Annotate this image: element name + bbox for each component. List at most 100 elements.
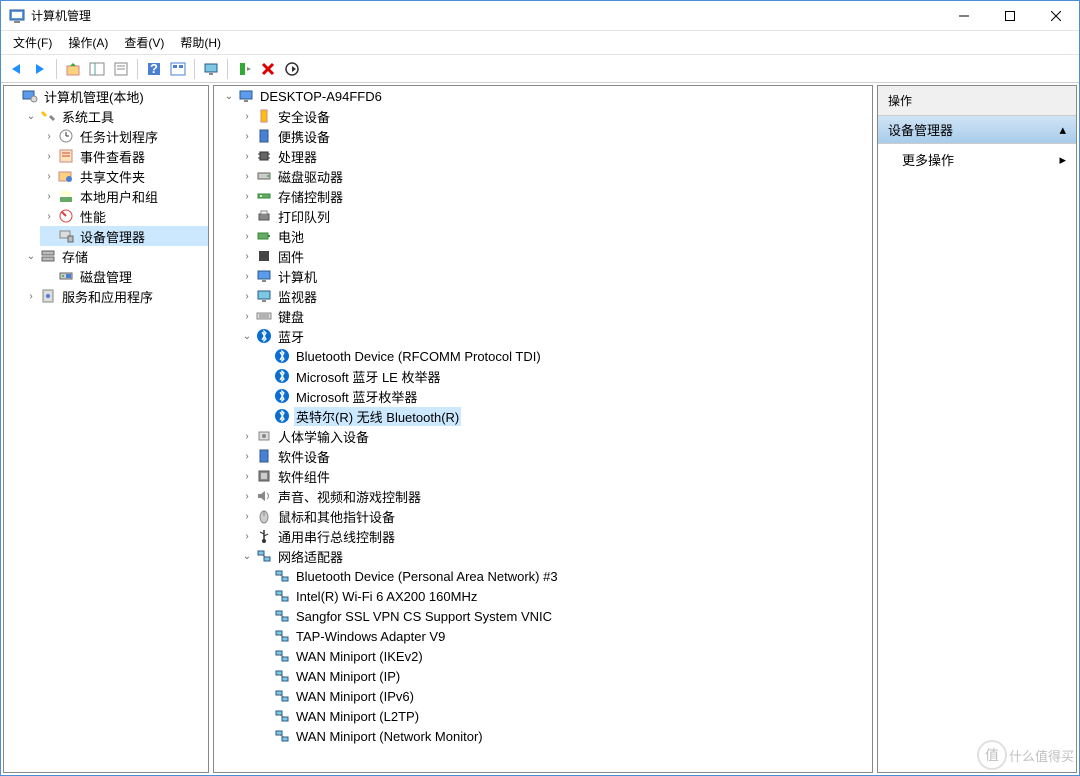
device-hid[interactable]: ›人体学输入设备 <box>238 426 872 446</box>
collapse-icon[interactable]: ⌄ <box>240 329 254 343</box>
device-tree-pane[interactable]: ⌄ DESKTOP-A94FFD6 ›安全设备 ›便携设备 ›处理器 ›磁盘驱动… <box>213 85 873 773</box>
network-adapter-icon <box>274 688 290 704</box>
expand-icon[interactable]: › <box>240 489 254 503</box>
collapse-icon[interactable]: ⌄ <box>24 249 38 263</box>
minimize-button[interactable] <box>941 1 987 31</box>
maximize-button[interactable] <box>987 1 1033 31</box>
expand-icon[interactable]: › <box>240 149 254 163</box>
tree-disk-management[interactable]: 磁盘管理 <box>40 266 208 286</box>
expand-icon[interactable]: › <box>240 289 254 303</box>
device-net-item[interactable]: WAN Miniport (Network Monitor) <box>256 726 872 746</box>
usb-icon <box>256 528 272 544</box>
device-usb[interactable]: ›通用串行总线控制器 <box>238 526 872 546</box>
tree-task-scheduler[interactable]: ›任务计划程序 <box>40 126 208 146</box>
device-sound[interactable]: ›声音、视频和游戏控制器 <box>238 486 872 506</box>
tree-shared-folders[interactable]: ›共享文件夹 <box>40 166 208 186</box>
tree-event-viewer[interactable]: ›事件查看器 <box>40 146 208 166</box>
back-button[interactable] <box>5 58 27 80</box>
expand-icon[interactable]: › <box>240 449 254 463</box>
menu-action[interactable]: 操作(A) <box>60 32 116 53</box>
expand-icon[interactable]: › <box>240 309 254 323</box>
forward-button[interactable] <box>29 58 51 80</box>
expand-icon[interactable]: › <box>240 169 254 183</box>
expand-icon[interactable]: › <box>240 429 254 443</box>
device-net-item[interactable]: WAN Miniport (L2TP) <box>256 706 872 726</box>
expand-icon[interactable]: › <box>42 129 56 143</box>
delete-button[interactable] <box>257 58 279 80</box>
tree-label: 磁盘管理 <box>78 267 134 286</box>
expand-icon[interactable]: › <box>42 209 56 223</box>
device-storage-ctrl[interactable]: ›存储控制器 <box>238 186 872 206</box>
device-disk-drives[interactable]: ›磁盘驱动器 <box>238 166 872 186</box>
device-bt-intel[interactable]: 英特尔(R) 无线 Bluetooth(R) <box>256 406 872 426</box>
expand-icon[interactable]: › <box>240 529 254 543</box>
expand-icon[interactable]: › <box>24 289 38 303</box>
device-net-item[interactable]: Sangfor SSL VPN CS Support System VNIC <box>256 606 872 626</box>
expand-icon[interactable]: › <box>42 149 56 163</box>
expand-icon[interactable]: › <box>42 169 56 183</box>
device-net-item[interactable]: TAP-Windows Adapter V9 <box>256 626 872 646</box>
actions-more[interactable]: 更多操作 ▸ <box>878 144 1076 175</box>
up-button[interactable] <box>62 58 84 80</box>
device-soft-comp[interactable]: ›软件组件 <box>238 466 872 486</box>
expand-icon[interactable]: › <box>240 469 254 483</box>
tree-root[interactable]: 计算机管理(本地) <box>4 86 208 106</box>
device-soft-dev[interactable]: ›软件设备 <box>238 446 872 466</box>
expand-icon[interactable]: › <box>240 229 254 243</box>
device-mouse[interactable]: ›鼠标和其他指针设备 <box>238 506 872 526</box>
device-network[interactable]: ⌄网络适配器 <box>238 546 872 566</box>
battery-icon <box>256 228 272 244</box>
menu-file[interactable]: 文件(F) <box>5 32 60 53</box>
device-monitors[interactable]: ›监视器 <box>238 286 872 306</box>
help-button[interactable]: ? <box>143 58 165 80</box>
device-portable[interactable]: ›便携设备 <box>238 126 872 146</box>
menu-view[interactable]: 查看(V) <box>116 32 172 53</box>
device-cpu[interactable]: ›处理器 <box>238 146 872 166</box>
device-bt-item[interactable]: Microsoft 蓝牙枚举器 <box>256 386 872 406</box>
device-battery[interactable]: ›电池 <box>238 226 872 246</box>
device-keyboards[interactable]: ›键盘 <box>238 306 872 326</box>
expand-icon[interactable]: › <box>240 109 254 123</box>
menu-help[interactable]: 帮助(H) <box>172 32 229 53</box>
device-print-queue[interactable]: › 打印队列 <box>238 206 872 226</box>
expand-icon[interactable]: › <box>240 509 254 523</box>
refresh-button[interactable] <box>281 58 303 80</box>
collapse-icon[interactable]: ⌄ <box>24 109 38 123</box>
separator <box>227 59 228 79</box>
device-net-item[interactable]: WAN Miniport (IKEv2) <box>256 646 872 666</box>
scan-button[interactable] <box>233 58 255 80</box>
device-bt-item[interactable]: Bluetooth Device (RFCOMM Protocol TDI) <box>256 346 872 366</box>
expand-icon[interactable]: › <box>240 129 254 143</box>
expand-icon[interactable]: › <box>42 189 56 203</box>
expand-icon[interactable]: › <box>240 209 254 223</box>
expand-icon[interactable]: › <box>240 249 254 263</box>
navigation-tree-pane[interactable]: 计算机管理(本地) ⌄ 系统工具 ›任务计划程序 ›事件查看器 ›共享文件夹 <box>3 85 209 773</box>
device-bt-item[interactable]: Microsoft 蓝牙 LE 枚举器 <box>256 366 872 386</box>
device-net-item[interactable]: WAN Miniport (IP) <box>256 666 872 686</box>
tree-system-tools[interactable]: ⌄ 系统工具 <box>22 106 208 126</box>
device-net-item[interactable]: Intel(R) Wi-Fi 6 AX200 160MHz <box>256 586 872 606</box>
device-net-item[interactable]: WAN Miniport (IPv6) <box>256 686 872 706</box>
collapse-icon[interactable]: ⌄ <box>240 549 254 563</box>
view-mode-button[interactable] <box>167 58 189 80</box>
device-security[interactable]: ›安全设备 <box>238 106 872 126</box>
tree-storage[interactable]: ⌄ 存储 <box>22 246 208 266</box>
device-firmware[interactable]: ›固件 <box>238 246 872 266</box>
actions-category[interactable]: 设备管理器 ▴ <box>878 116 1076 144</box>
tree-local-users[interactable]: ›本地用户和组 <box>40 186 208 206</box>
device-net-item[interactable]: Bluetooth Device (Personal Area Network)… <box>256 566 872 586</box>
properties-button[interactable] <box>110 58 132 80</box>
device-label: 打印队列 <box>276 207 332 226</box>
expand-icon[interactable]: › <box>240 269 254 283</box>
close-button[interactable] <box>1033 1 1079 31</box>
tree-device-manager[interactable]: 设备管理器 <box>40 226 208 246</box>
device-bluetooth[interactable]: ⌄蓝牙 <box>238 326 872 346</box>
tree-services[interactable]: ›服务和应用程序 <box>22 286 208 306</box>
expand-icon[interactable]: › <box>240 189 254 203</box>
tree-performance[interactable]: ›性能 <box>40 206 208 226</box>
device-computers[interactable]: ›计算机 <box>238 266 872 286</box>
monitor-button[interactable] <box>200 58 222 80</box>
collapse-icon[interactable]: ⌄ <box>222 89 236 103</box>
show-tree-button[interactable] <box>86 58 108 80</box>
device-computer-root[interactable]: ⌄ DESKTOP-A94FFD6 <box>220 86 872 106</box>
